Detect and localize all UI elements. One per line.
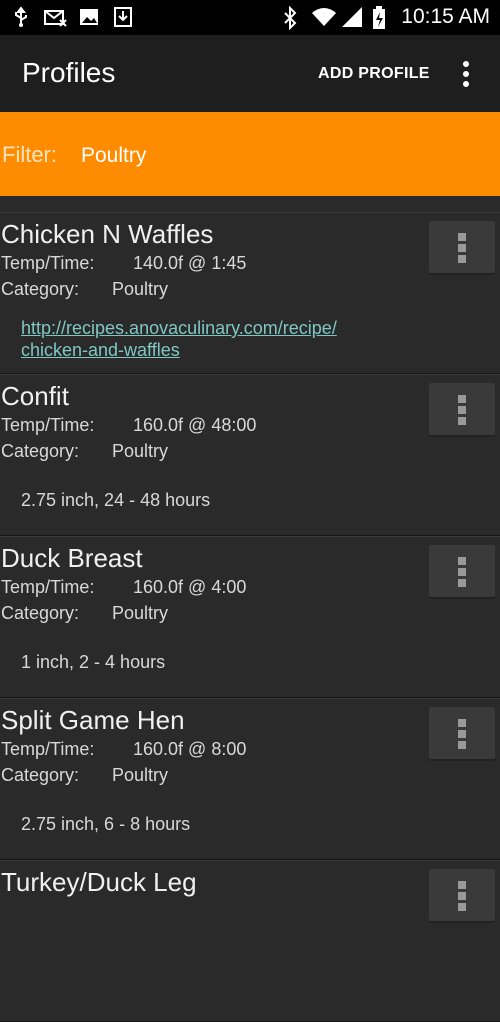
temp-time-value: 160.0f @ 48:00: [133, 415, 257, 435]
profile-note: 2.75 inch, 6 - 8 hours: [21, 814, 191, 834]
temp-time-value: 140.0f @ 1:45: [133, 253, 247, 273]
page-title: Profiles: [22, 57, 116, 88]
profile-name: Duck Breast: [1, 543, 143, 573]
temp-time-label: Temp/Time:: [1, 253, 95, 273]
action-bar: Profiles ADD PROFILE: [0, 35, 500, 112]
item-menu-button[interactable]: [429, 707, 495, 761]
filter-bar[interactable]: Filter: Poultry: [0, 112, 500, 196]
recipe-link[interactable]: http://recipes.anovaculinary.com/recipe/…: [21, 317, 401, 361]
temp-time-value: 160.0f @ 8:00: [133, 739, 247, 759]
item-menu-button[interactable]: [429, 545, 495, 599]
list-item[interactable]: Duck Breast Temp/Time: 160.0f @ 4:00 Cat…: [0, 536, 500, 698]
list-item[interactable]: Turkey/Duck Leg: [0, 860, 500, 1022]
profile-list: Chicken N Waffles Temp/Time: 140.0f @ 1:…: [0, 212, 500, 1022]
status-bar: 10:15 AM: [0, 0, 500, 35]
profile-name: Split Game Hen: [1, 705, 185, 735]
profile-name: Chicken N Waffles: [1, 219, 214, 249]
filter-value[interactable]: Poultry: [81, 144, 146, 168]
profile-note: 2.75 inch, 24 - 48 hours: [21, 490, 211, 510]
temp-time-value: 160.0f @ 4:00: [133, 577, 247, 597]
list-item[interactable]: Chicken N Waffles Temp/Time: 140.0f @ 1:…: [0, 212, 500, 374]
more-vert-icon: [463, 61, 469, 87]
more-vert-icon: [458, 557, 466, 587]
temp-time-label: Temp/Time:: [1, 577, 95, 597]
profile-name: Turkey/Duck Leg: [1, 867, 197, 897]
item-menu-button[interactable]: [429, 221, 495, 275]
category-label: Category:: [1, 765, 80, 785]
category-label: Category:: [1, 279, 80, 299]
temp-time-label: Temp/Time:: [1, 739, 95, 759]
item-menu-button[interactable]: [429, 383, 495, 437]
notification-icons: [10, 6, 134, 28]
category-value: Poultry: [112, 765, 169, 785]
mail-icon: [44, 6, 67, 28]
more-vert-icon: [458, 395, 466, 425]
profile-name: Confit: [1, 381, 69, 411]
temp-time-label: Temp/Time:: [1, 415, 95, 435]
image-icon: [78, 6, 100, 28]
overflow-menu-button[interactable]: [454, 59, 478, 89]
filter-label: Filter:: [2, 142, 57, 167]
list-item[interactable]: Confit Temp/Time: 160.0f @ 48:00 Categor…: [0, 374, 500, 536]
category-label: Category:: [1, 603, 80, 623]
usb-icon: [10, 6, 32, 28]
battery-icon: [371, 6, 393, 29]
more-vert-icon: [458, 233, 466, 263]
profile-note: 1 inch, 2 - 4 hours: [21, 652, 166, 672]
clock: 10:15 AM: [401, 5, 490, 28]
system-icons: 10:15 AM: [281, 4, 490, 31]
add-profile-button[interactable]: ADD PROFILE: [318, 65, 430, 83]
signal-icon: [341, 6, 363, 28]
category-value: Poultry: [112, 279, 169, 299]
wifi-icon: [311, 6, 337, 28]
category-value: Poultry: [112, 441, 169, 461]
list-item[interactable]: Split Game Hen Temp/Time: 160.0f @ 8:00 …: [0, 698, 500, 860]
item-menu-button[interactable]: [429, 869, 495, 923]
category-label: Category:: [1, 441, 80, 461]
more-vert-icon: [458, 881, 466, 911]
category-value: Poultry: [112, 603, 169, 623]
bluetooth-icon: [281, 5, 303, 31]
download-icon: [112, 6, 134, 28]
more-vert-icon: [458, 719, 466, 749]
